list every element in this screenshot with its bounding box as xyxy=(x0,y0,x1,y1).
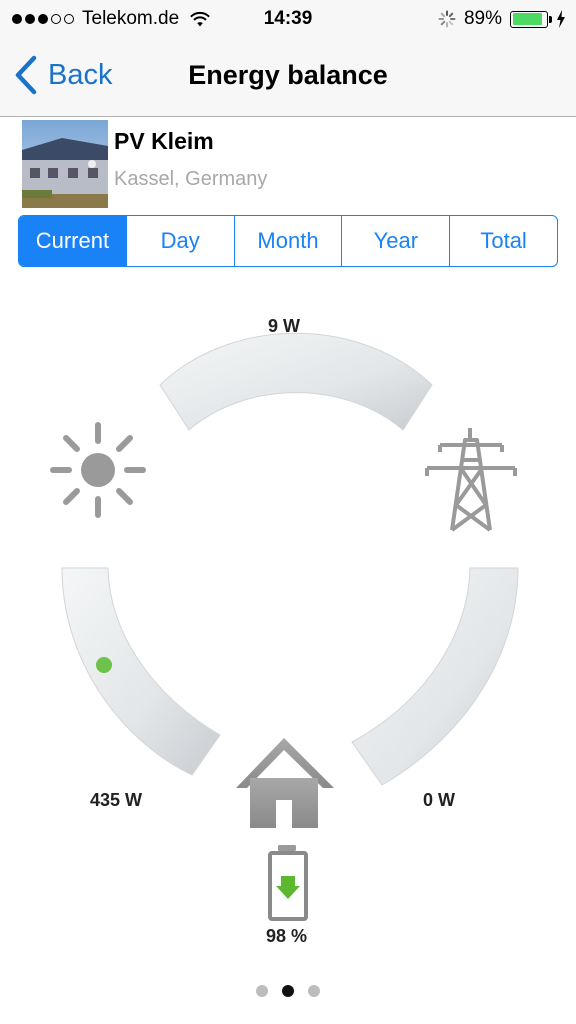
flow-arc-right xyxy=(351,567,519,786)
battery-percent: 89% xyxy=(463,8,502,29)
energy-balance-diagram: 9 W 435 W 0 W 98 % xyxy=(0,280,576,980)
tab-current[interactable]: Current xyxy=(19,216,127,266)
page-title: Energy balance xyxy=(188,60,388,90)
plant-location: Kassel, Germany xyxy=(114,168,268,190)
grid-flow-value: 9 W xyxy=(268,316,301,336)
plant-photo xyxy=(22,120,108,208)
flow-arc-left xyxy=(61,567,221,776)
flow-dot xyxy=(96,657,112,673)
battery-flow-value: 0 W xyxy=(423,790,456,810)
battery-soc-value: 98 % xyxy=(266,926,308,946)
period-segmented-control: Current Day Month Year Total xyxy=(18,215,558,267)
activity-spinner-icon xyxy=(438,10,456,28)
tab-total[interactable]: Total xyxy=(450,216,557,266)
plant-name: PV Kleim xyxy=(114,128,214,154)
flow-diagram xyxy=(50,332,519,921)
status-right: 89% xyxy=(438,8,566,30)
house-icon xyxy=(236,738,334,828)
tab-month[interactable]: Month xyxy=(235,216,343,266)
navigation-bar: Back Energy balance xyxy=(0,38,576,117)
battery-status-icon xyxy=(510,10,552,28)
sun-icon xyxy=(50,422,146,518)
tab-year[interactable]: Year xyxy=(342,216,451,266)
charging-bolt-icon xyxy=(557,10,565,28)
page-dot-active[interactable] xyxy=(282,985,294,997)
status-bar: Telekom.de 14:39 89% xyxy=(0,0,576,38)
page-indicator[interactable] xyxy=(0,985,576,997)
power-grid-icon xyxy=(425,428,517,532)
flow-arc-top xyxy=(159,332,433,431)
plant-header: PV Kleim Kassel, Germany xyxy=(22,120,562,208)
battery-icon xyxy=(268,845,308,921)
pv-power-value: 435 W xyxy=(90,790,143,810)
page-dot[interactable] xyxy=(308,985,320,997)
page-dot[interactable] xyxy=(256,985,268,997)
tab-day[interactable]: Day xyxy=(127,216,235,266)
